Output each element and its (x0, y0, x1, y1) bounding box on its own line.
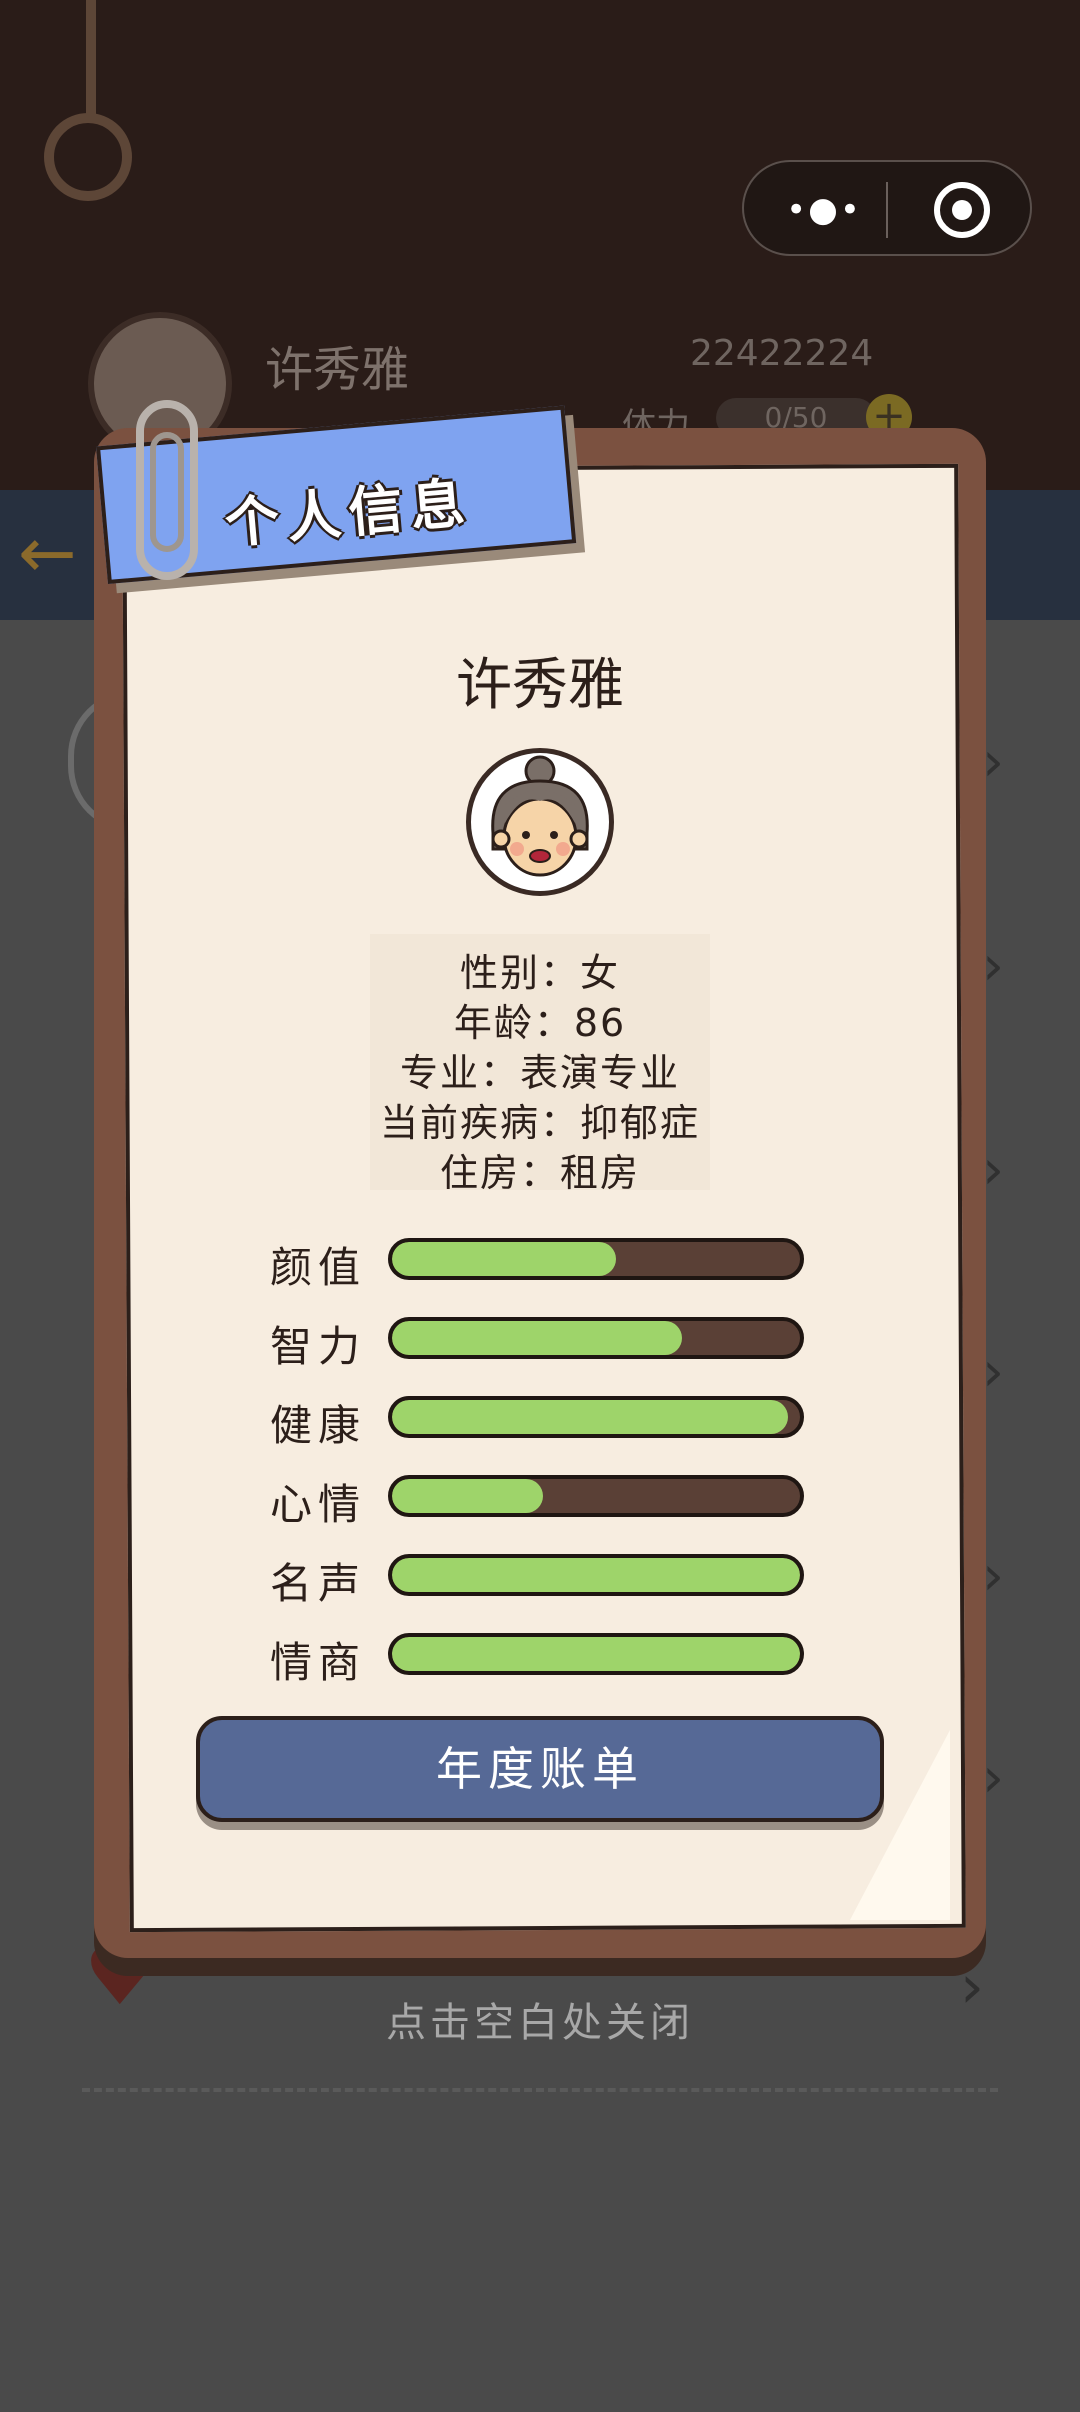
stat-fill (392, 1637, 800, 1671)
stat-bar-appearance (388, 1238, 804, 1280)
info-gender: 性别：女 (459, 951, 620, 995)
grandma-face-icon (491, 755, 589, 877)
stat-label-health: 健康 (270, 1401, 367, 1450)
annual-bill-button[interactable]: 年度账单 (196, 1716, 884, 1822)
stat-fill (392, 1479, 543, 1513)
info-major: 专业：表演专业 (399, 1051, 680, 1095)
stat-label-mood: 心情 (270, 1480, 367, 1529)
hanging-ring-icon (44, 113, 132, 201)
dashed-divider (82, 2088, 998, 2092)
stat-bar-fame (388, 1554, 804, 1596)
stat-label-eq: 情商 (270, 1638, 367, 1687)
more-dots-icon[interactable]: •●• (784, 190, 864, 230)
mini-program-capsule: •●• (742, 160, 1032, 256)
stat-label-appearance: 颜值 (270, 1243, 367, 1292)
stat-bar-eq (388, 1633, 804, 1675)
stat-fill (392, 1558, 800, 1592)
hanging-rope (86, 0, 96, 120)
stat-fill (392, 1321, 682, 1355)
info-age: 年龄：86 (453, 1001, 627, 1045)
stat-fill (392, 1400, 788, 1434)
banner-title: 个人信息 (222, 471, 476, 556)
back-arrow-icon: ← (18, 512, 77, 594)
info-disease: 当前疾病：抑郁症 (379, 1101, 700, 1145)
stat-label-intelligence: 智力 (270, 1322, 367, 1371)
stat-bar-mood (388, 1475, 804, 1517)
paperclip-inner (150, 432, 184, 552)
portrait-avatar (466, 748, 614, 896)
background-money: 22422224 (690, 333, 874, 374)
profile-name: 许秀雅 (456, 653, 624, 718)
stat-label-fame: 名声 (270, 1559, 367, 1608)
capsule-divider (886, 182, 888, 238)
stat-bar-health (388, 1396, 804, 1438)
target-close-icon[interactable] (934, 182, 990, 238)
stat-fill (392, 1242, 617, 1276)
background-player-name: 许秀雅 (265, 342, 410, 398)
close-hint[interactable]: 点击空白处关闭 (0, 1990, 1080, 2048)
stat-bar-intelligence (388, 1317, 804, 1359)
info-housing: 住房：租房 (439, 1151, 640, 1195)
